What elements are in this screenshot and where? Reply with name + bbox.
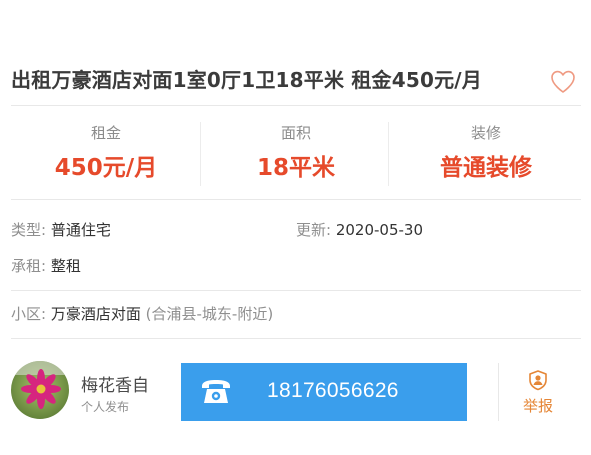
stat-area: 面积 18平米 bbox=[201, 108, 391, 200]
avatar[interactable] bbox=[11, 361, 69, 419]
contact-bar: 梅花香自 个人发布 18176056626 举报 bbox=[11, 361, 581, 425]
stat-rent-value: 450元/月 bbox=[54, 155, 158, 181]
stat-area-label: 面积 bbox=[280, 124, 311, 142]
detail-type-key: 类型: bbox=[11, 221, 47, 239]
report-shield-icon bbox=[527, 369, 549, 391]
report-button[interactable]: 举报 bbox=[511, 365, 565, 421]
stat-decoration: 装修 普通装修 bbox=[391, 108, 581, 200]
detail-type: 类型: 普通住宅 bbox=[11, 219, 111, 240]
report-label: 举报 bbox=[522, 397, 553, 415]
community-area: (合浦县-城东-附近) bbox=[145, 305, 274, 323]
detail-community: 小区: 万豪酒店对面 (合浦县-城东-附近) bbox=[11, 303, 273, 324]
poster-role: 个人发布 bbox=[81, 400, 130, 414]
key-stats: 租金 450元/月 面积 18平米 装修 普通装修 bbox=[11, 108, 581, 200]
detail-type-value: 普通住宅 bbox=[50, 221, 111, 239]
telephone-icon bbox=[199, 377, 233, 407]
divider-community bbox=[11, 338, 581, 339]
detail-updated-value: 2020-05-30 bbox=[335, 221, 424, 239]
favorite-heart-icon[interactable] bbox=[549, 68, 577, 96]
stat-rent-label: 租金 bbox=[90, 124, 121, 142]
poster-name: 梅花香自 bbox=[81, 376, 149, 396]
divider-top bbox=[11, 105, 581, 106]
divider-details bbox=[11, 290, 581, 291]
phone-number: 18176056626 bbox=[267, 379, 399, 402]
detail-updated: 更新: 2020-05-30 bbox=[296, 219, 423, 240]
stat-separator bbox=[388, 122, 389, 186]
detail-community-key: 小区: bbox=[11, 305, 47, 323]
stat-decoration-label: 装修 bbox=[470, 124, 501, 142]
report-separator bbox=[498, 363, 499, 421]
stat-rent: 租金 450元/月 bbox=[11, 108, 201, 200]
community-link[interactable]: 万豪酒店对面 bbox=[51, 305, 141, 323]
detail-lease-value: 整租 bbox=[50, 257, 81, 275]
detail-lease: 承租: 整租 bbox=[11, 255, 81, 276]
detail-updated-key: 更新: bbox=[296, 221, 332, 239]
detail-lease-key: 承租: bbox=[11, 257, 47, 275]
listing-header: 出租万豪酒店对面1室0厅1卫18平米 租金450元/月 bbox=[11, 62, 581, 96]
divider-stats bbox=[11, 199, 581, 200]
call-phone-button[interactable]: 18176056626 bbox=[181, 363, 467, 421]
stat-decoration-value: 普通装修 bbox=[440, 155, 532, 181]
stat-area-value: 18平米 bbox=[256, 155, 335, 181]
listing-title: 出租万豪酒店对面1室0厅1卫18平米 租金450元/月 bbox=[11, 68, 482, 92]
